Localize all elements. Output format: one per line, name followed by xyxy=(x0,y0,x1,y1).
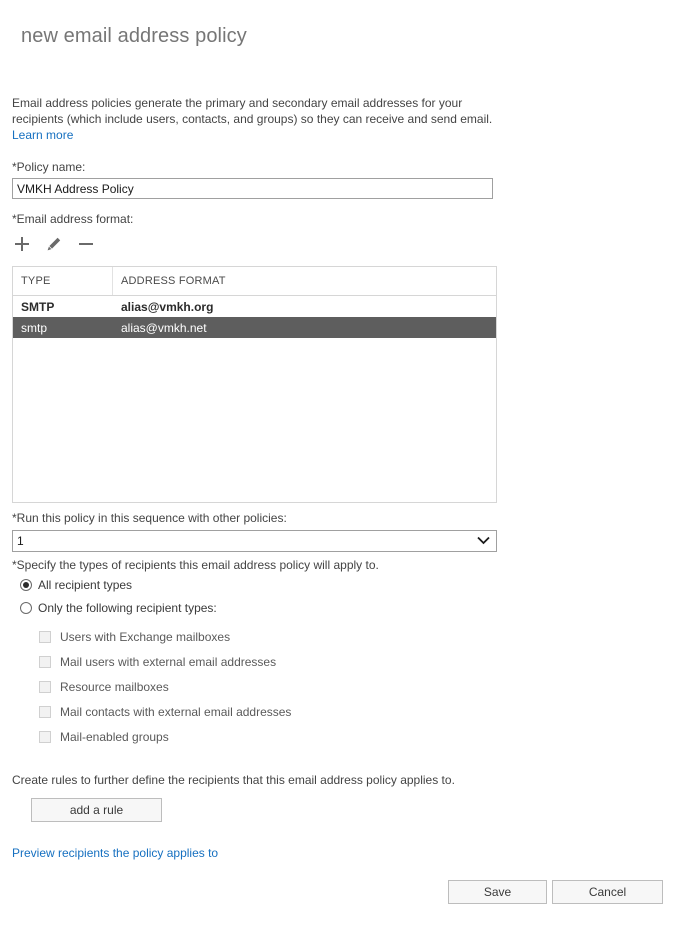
page-title: new email address policy xyxy=(21,25,247,47)
radio-mark-icon xyxy=(20,602,32,614)
new-email-address-policy-dialog: new email address policy Email address p… xyxy=(0,0,694,938)
email-address-format-label: *Email address format: xyxy=(12,212,134,226)
checkbox-resource-mailboxes[interactable]: Resource mailboxes xyxy=(39,680,169,694)
checkbox-icon xyxy=(39,706,51,718)
checkbox-label: Mail-enabled groups xyxy=(60,730,169,744)
policy-name-input[interactable] xyxy=(12,178,493,199)
row-type: smtp xyxy=(21,320,48,335)
preview-recipients-link[interactable]: Preview recipients the policy applies to xyxy=(12,846,218,860)
checkbox-icon xyxy=(39,656,51,668)
recipient-types-label: *Specify the types of recipients this em… xyxy=(12,558,379,572)
learn-more-link-wrap: Learn more xyxy=(12,127,73,143)
email-address-format-grid: TYPE ADDRESS FORMAT SMTP alias@vmkh.org … xyxy=(12,266,497,503)
grid-header-row: TYPE ADDRESS FORMAT xyxy=(13,267,496,296)
edit-pencil-icon[interactable] xyxy=(44,234,64,254)
policy-name-label: *Policy name: xyxy=(12,160,86,174)
cancel-button[interactable]: Cancel xyxy=(552,880,663,904)
intro-text: Email address policies generate the prim… xyxy=(12,95,498,127)
checkbox-users-with-exchange-mailboxes[interactable]: Users with Exchange mailboxes xyxy=(39,630,230,644)
preview-recipients-link-wrap: Preview recipients the policy applies to xyxy=(12,846,218,860)
checkbox-mail-users-external-email[interactable]: Mail users with external email addresses xyxy=(39,655,276,669)
checkbox-label: Resource mailboxes xyxy=(60,680,169,694)
checkbox-icon xyxy=(39,731,51,743)
row-address-format: alias@vmkh.net xyxy=(121,320,207,335)
sequence-dropdown-value[interactable]: 1 xyxy=(12,530,497,552)
table-row[interactable]: SMTP alias@vmkh.org xyxy=(13,296,496,317)
learn-more-link[interactable]: Learn more xyxy=(12,128,73,142)
sequence-label: *Run this policy in this sequence with o… xyxy=(12,511,287,525)
checkbox-label: Mail contacts with external email addres… xyxy=(60,705,292,719)
column-header-type: TYPE xyxy=(13,267,113,295)
radio-all-recipient-types[interactable]: All recipient types xyxy=(20,578,132,592)
sequence-dropdown[interactable]: 1 xyxy=(12,530,497,552)
save-button[interactable]: Save xyxy=(448,880,547,904)
column-header-address-format: ADDRESS FORMAT xyxy=(121,275,226,287)
checkbox-icon xyxy=(39,631,51,643)
create-rules-description: Create rules to further define the recip… xyxy=(12,773,455,787)
intro-paragraph: Email address policies generate the prim… xyxy=(12,96,493,126)
add-a-rule-button[interactable]: add a rule xyxy=(31,798,162,822)
checkbox-mail-enabled-groups[interactable]: Mail-enabled groups xyxy=(39,730,169,744)
remove-icon[interactable] xyxy=(76,234,96,254)
row-address-format: alias@vmkh.org xyxy=(121,299,214,314)
email-format-toolbar xyxy=(12,234,96,254)
radio-only-following-recipient-types[interactable]: Only the following recipient types: xyxy=(20,601,217,615)
checkbox-icon xyxy=(39,681,51,693)
checkbox-label: Mail users with external email addresses xyxy=(60,655,277,669)
row-type: SMTP xyxy=(21,299,55,314)
checkbox-label: Users with Exchange mailboxes xyxy=(60,630,231,644)
radio-all-recipient-types-label: All recipient types xyxy=(38,578,133,592)
radio-only-following-recipient-types-label: Only the following recipient types: xyxy=(38,601,217,615)
table-row[interactable]: smtp alias@vmkh.net xyxy=(13,317,496,338)
radio-mark-icon xyxy=(20,579,32,591)
add-icon[interactable] xyxy=(12,234,32,254)
checkbox-mail-contacts-external-email[interactable]: Mail contacts with external email addres… xyxy=(39,705,291,719)
